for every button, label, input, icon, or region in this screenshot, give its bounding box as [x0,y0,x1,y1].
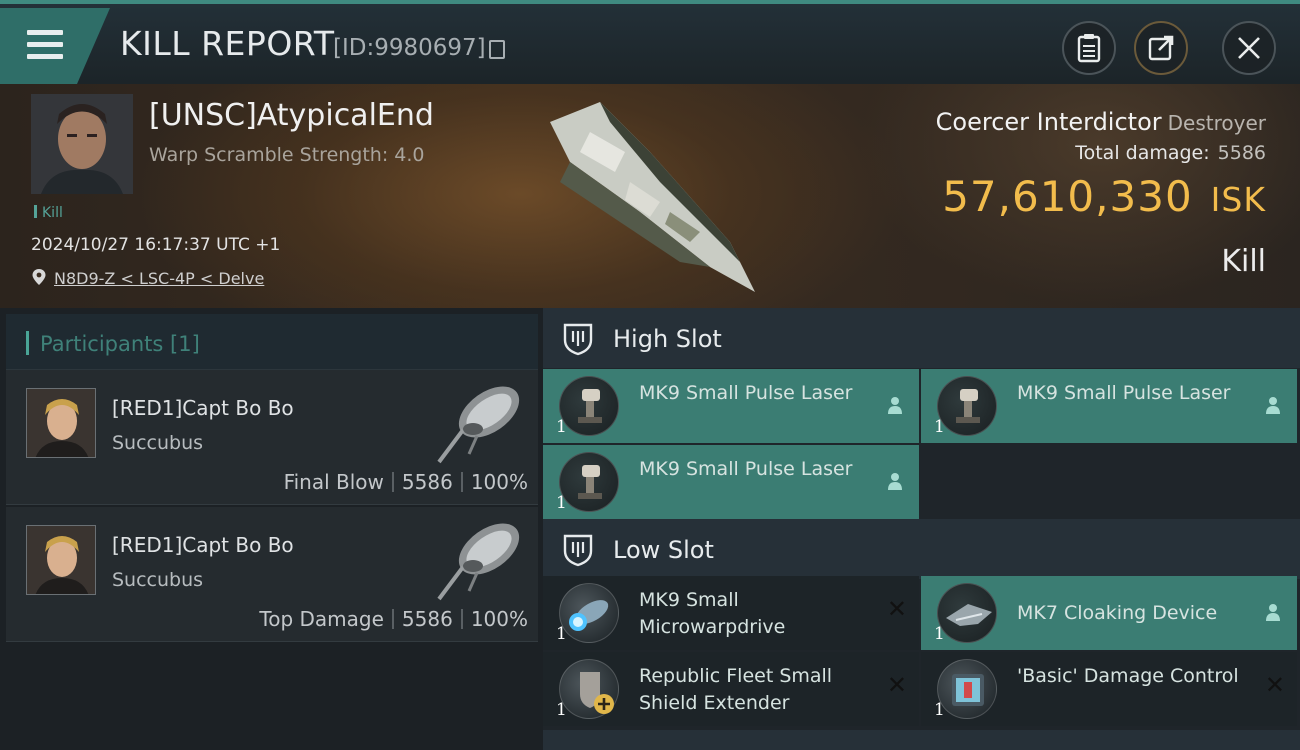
page-title: KILL REPORT [120,24,335,63]
module-name: Republic Fleet Small Shield Extender [639,665,833,714]
total-damage-label: Total damage: [1075,142,1210,164]
module-name: MK7 Cloaking Device [1017,602,1218,624]
shield-slot-icon [563,323,593,356]
participant-avatar[interactable] [26,388,96,458]
location-link[interactable]: N8D9-Z < LSC-4P < Delve [54,269,264,288]
kill-result: Kill [1221,244,1266,279]
total-damage: Total damage: 5586 [1075,142,1266,164]
participant-damage: 5586 [401,470,453,494]
close-icon [1238,37,1260,59]
share-icon [1148,35,1174,61]
pilot-icon [1266,397,1280,414]
module-item[interactable]: 1 MK9 Small Pulse Laser [921,369,1297,443]
copy-icon[interactable] [489,40,505,59]
kill-tag: Kill [34,205,63,221]
warp-scramble-strength: Warp Scramble Strength: 4.0 [149,144,425,166]
victim-avatar[interactable] [31,94,133,194]
victim-name[interactable]: [UNSC]AtypicalEnd [149,98,434,133]
fitting-panel: High Slot 1 MK9 Small Pulse Laser 1 MK9 … [543,308,1300,750]
participant-ship-image [437,523,520,601]
victim-banner: [UNSC]AtypicalEnd Warp Scramble Strength… [0,84,1300,308]
cloaking-device-icon [937,583,997,643]
participant-percent: 100% [470,470,528,494]
module-name: MK9 Small Pulse Laser [639,382,853,404]
notes-button[interactable] [1062,21,1116,75]
isk-value: 57,610,330 ISK [942,172,1266,221]
module-item[interactable]: 1 MK7 Cloaking Device [921,576,1297,650]
module-item[interactable]: 1 MK9 Small Pulse Laser [543,369,919,443]
module-qty: 1 [934,417,945,437]
participant-name[interactable]: [RED1]Capt Bo Bo [112,533,294,557]
pilot-icon [888,473,902,490]
destroyed-icon: ✕ [1264,671,1285,699]
module-item[interactable]: 1 MK9 Small Microwarpdrive ✕ [543,576,919,650]
module-item[interactable]: 1 'Basic' Damage Control ✕ [921,652,1297,726]
menu-icon [27,30,63,60]
shield-extender-icon [559,659,619,719]
participant-ship: Succubus [112,432,204,454]
participant-damage: 5586 [401,607,453,631]
participant-card[interactable]: [RED1]Capt Bo Bo Succubus Final Blow 5586… [6,370,538,505]
ship-name: Coercer Interdictor [935,108,1162,136]
close-button[interactable] [1222,21,1276,75]
clipboard-icon [1077,34,1101,63]
ship-type[interactable]: Coercer Interdictor Destroyer [936,108,1266,136]
participants-count: [1] [170,332,200,356]
participant-card[interactable]: [RED1]Capt Bo Bo Succubus Top Damage 5586… [6,507,538,642]
victim-ship-image [550,102,755,292]
pilot-icon [1266,604,1280,621]
low-slot-header: Low Slot [543,519,1300,579]
top-bar: KILL REPORT [ID:9980697] [0,0,1300,84]
damage-control-icon [937,659,997,719]
module-name: MK9 Small Microwarpdrive [639,589,786,638]
victim-portrait [31,94,133,194]
participants-panel: Participants [1] [RED1]Capt Bo Bo Succub… [0,308,543,750]
high-slot-label: High Slot [613,325,722,353]
module-name: 'Basic' Damage Control [1017,665,1239,687]
participant-percent: 100% [470,607,528,631]
next-slot-header [543,730,1300,750]
total-damage-value: 5586 [1217,142,1266,164]
module-qty: 1 [934,700,945,720]
location-pin-icon [32,269,46,285]
shield-slot-icon [563,534,593,567]
participant-role: Final Blow [283,470,384,494]
ship-class: Destroyer [1167,111,1266,135]
participant-stats: Final Blow 5586 100% [284,470,528,494]
pilot-icon [888,397,902,414]
pulse-laser-icon [559,452,619,512]
pulse-laser-icon [937,376,997,436]
menu-button[interactable] [0,8,110,84]
participant-ship-image [437,386,520,464]
participant-stats: Top Damage 5586 100% [259,607,528,631]
share-button[interactable] [1134,21,1188,75]
kill-timestamp: 2024/10/27 16:17:37 UTC +1 [31,235,281,255]
participant-role: Top Damage [259,607,384,631]
module-item[interactable]: 1 Republic Fleet Small Shield Extender ✕ [543,652,919,726]
module-qty: 1 [556,624,567,644]
module-qty: 1 [556,493,567,513]
pulse-laser-icon [559,376,619,436]
module-qty: 1 [934,624,945,644]
report-id: [ID:9980697] [333,35,486,61]
participants-header[interactable]: Participants [1] [6,314,538,370]
participant-avatar[interactable] [26,525,96,595]
destroyed-icon: ✕ [886,671,907,699]
participant-name[interactable]: [RED1]Capt Bo Bo [112,396,294,420]
participants-label: Participants [40,332,164,356]
participant-ship: Succubus [112,569,204,591]
isk-amount: 57,610,330 [942,172,1193,221]
low-slot-label: Low Slot [613,536,714,564]
microwarpdrive-icon [559,583,619,643]
module-name: MK9 Small Pulse Laser [1017,382,1231,404]
module-name: MK9 Small Pulse Laser [639,458,853,480]
isk-unit: ISK [1210,180,1266,219]
module-qty: 1 [556,700,567,720]
destroyed-icon: ✕ [886,595,907,623]
module-qty: 1 [556,417,567,437]
high-slot-header: High Slot [543,308,1300,368]
module-item[interactable]: 1 MK9 Small Pulse Laser [543,445,919,519]
